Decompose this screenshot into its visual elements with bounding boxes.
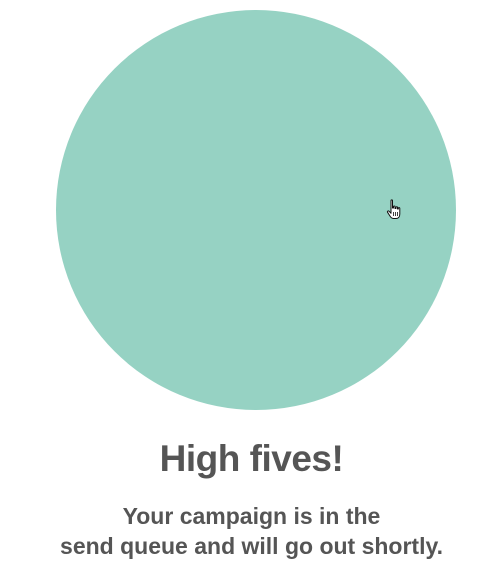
confirmation-message-line-1: Your campaign is in the <box>122 503 381 529</box>
confirmation-message-line-2: send queue and will go out shortly. <box>60 533 443 559</box>
confirmation-message: Your campaign is in the send queue and w… <box>0 501 503 561</box>
confirmation-screen: High fives! Your campaign is in the send… <box>0 0 503 584</box>
confirmation-title: High fives! <box>159 438 344 479</box>
hand-pointer-icon <box>386 199 401 219</box>
